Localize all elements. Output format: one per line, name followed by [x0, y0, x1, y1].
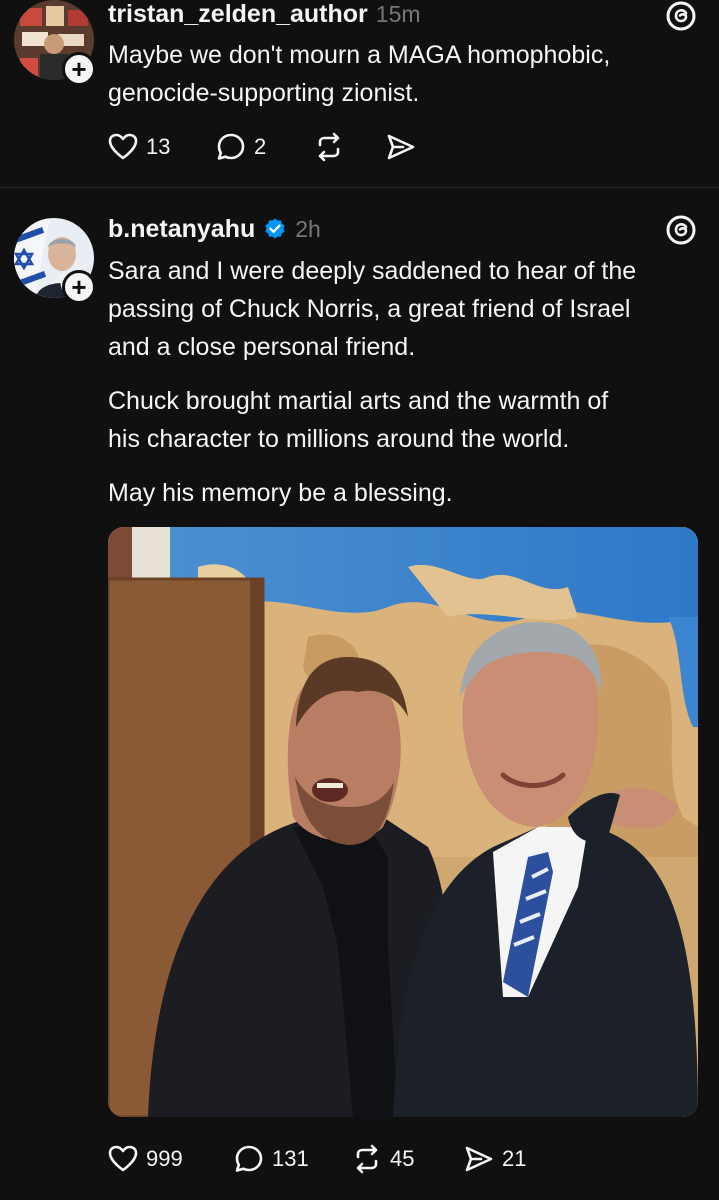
heart-icon — [108, 133, 138, 160]
username[interactable]: tristan_zelden_author — [108, 0, 368, 29]
username[interactable]: b.netanyahu — [108, 215, 255, 244]
share-button[interactable] — [384, 130, 418, 164]
heart-icon — [108, 1145, 138, 1172]
verified-icon — [265, 218, 285, 239]
like-button[interactable]: 999 — [106, 1142, 232, 1176]
repost-icon — [356, 1144, 378, 1174]
like-count: 999 — [146, 1146, 183, 1171]
share-button[interactable]: 21 — [462, 1142, 526, 1176]
timestamp: 2h — [295, 215, 321, 242]
post-text-line: Maybe we don't mourn a MAGA homophobic, — [108, 41, 611, 69]
post-photo[interactable] — [108, 527, 698, 1117]
post-text-line: and a close personal friend. — [108, 333, 416, 361]
reply-count: 2 — [254, 134, 267, 159]
threads-icon[interactable] — [665, 0, 697, 32]
threads-icon[interactable] — [665, 214, 697, 246]
post-text: Sara and I were deeply saddened to hear … — [108, 252, 698, 512]
share-icon — [387, 134, 415, 160]
reply-count: 131 — [272, 1146, 309, 1171]
follow-plus-icon[interactable]: + — [62, 270, 96, 304]
reply-button[interactable]: 2 — [214, 130, 312, 164]
share-icon — [465, 1146, 493, 1172]
post-header: b.netanyahu 2h — [108, 214, 321, 244]
post-text: Maybe we don't mourn a MAGA homophobic, … — [108, 36, 698, 112]
comment-icon — [217, 133, 245, 160]
post-text-line: May his memory be a blessing. — [108, 479, 453, 507]
timestamp: 15m — [375, 0, 421, 27]
post-header: tristan_zelden_author 15m — [108, 0, 421, 28]
like-count: 13 — [146, 134, 171, 159]
repost-icon — [318, 132, 340, 162]
avatar-wrap[interactable]: + — [14, 218, 96, 304]
comment-icon — [235, 1145, 263, 1172]
post-text-line: Chuck brought martial arts and the warmt… — [108, 387, 609, 415]
repost-button[interactable]: 45 — [350, 1142, 462, 1176]
action-bar: 13 2 — [106, 130, 418, 164]
action-bar: 999 131 45 21 — [106, 1142, 526, 1176]
share-count: 21 — [502, 1146, 527, 1171]
post-tristan: + tristan_zelden_author 15m Maybe we don… — [0, 0, 719, 187]
repost-button[interactable] — [312, 130, 384, 164]
post-text-line: passing of Chuck Norris, a great friend … — [108, 295, 631, 323]
post-text-line: Sara and I were deeply saddened to hear … — [108, 257, 637, 285]
reply-button[interactable]: 131 — [232, 1142, 350, 1176]
follow-plus-icon[interactable]: + — [62, 52, 96, 86]
post-text-line: his character to millions around the wor… — [108, 425, 570, 453]
post-text-line: genocide-supporting zionist. — [108, 79, 420, 107]
repost-count: 45 — [390, 1146, 415, 1171]
like-button[interactable]: 13 — [106, 130, 214, 164]
avatar-wrap[interactable]: + — [14, 0, 96, 86]
